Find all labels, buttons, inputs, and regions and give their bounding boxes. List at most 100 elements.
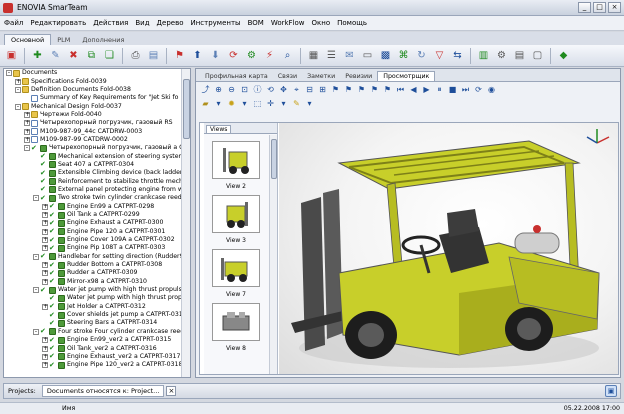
maximize-button[interactable]: □	[593, 2, 606, 13]
expand-icon[interactable]: +	[42, 245, 48, 252]
about-icon[interactable]: ◆	[556, 48, 571, 63]
tab-notes[interactable]: Заметки	[302, 72, 340, 81]
tree-row[interactable]: + Чертежи Fold-0040	[4, 111, 190, 119]
tree-row[interactable]: + M109-987-99 CATDRW-0002	[4, 136, 190, 144]
menu-tools[interactable]: Инструменты	[190, 19, 240, 27]
tree-row[interactable]: + ✔ Engine Pip 108T a CATPRT-0303	[4, 244, 190, 252]
tree-row[interactable]: + ✔ Rudder a CATPRT-0309	[4, 269, 190, 277]
collapse-icon[interactable]: -	[6, 70, 12, 77]
pause-icon[interactable]: ⏸	[434, 84, 445, 95]
expand-icon[interactable]: +	[42, 203, 48, 210]
tree-row[interactable]: - ✔ Water jet pump with high thrust propul…	[4, 286, 190, 294]
expand-icon[interactable]: +	[42, 237, 48, 244]
tab-viewer[interactable]: Просмотрщик	[377, 71, 436, 81]
assembly-icon-1[interactable]: ⚑	[330, 84, 341, 95]
close-icon[interactable]: ×	[166, 386, 177, 396]
folder-open-icon[interactable]: ▰	[200, 98, 211, 109]
tree-row[interactable]: + M109-987-99_44c CATDRW-0003	[4, 127, 190, 136]
properties-icon[interactable]: ▦	[306, 48, 321, 63]
tree-row[interactable]: - ✔ Two stroke twin cylinder crankcase ree…	[4, 194, 190, 202]
dropdown-icon[interactable]: ▾	[239, 98, 250, 109]
checkout-icon[interactable]: ⚑	[172, 48, 187, 63]
new-project-icon[interactable]: ▣	[4, 48, 19, 63]
expand-icon[interactable]: +	[24, 128, 30, 135]
print-icon[interactable]: ⎙	[128, 48, 143, 63]
light-icon[interactable]: ✹	[226, 98, 237, 109]
menu-help[interactable]: Помощь	[337, 19, 367, 27]
next-frame-icon[interactable]: ⏭	[460, 84, 471, 95]
expand-icon[interactable]: +	[15, 78, 21, 85]
minimize-button[interactable]: _	[578, 2, 591, 13]
view-thumbnail-7[interactable]	[212, 249, 260, 287]
menu-view[interactable]: Вид	[135, 19, 149, 27]
assembly-icon-5[interactable]: ⚑	[382, 84, 393, 95]
tree-icon[interactable]: ⌘	[396, 48, 411, 63]
tab-main[interactable]: Основной	[4, 34, 52, 45]
menu-workflow[interactable]: WorkFlow	[271, 19, 305, 27]
grid-icon[interactable]: ▩	[378, 48, 393, 63]
compare-icon[interactable]: ⇆	[450, 48, 465, 63]
tree-row[interactable]: + Specifications Fold-0039	[4, 77, 190, 86]
filter-icon[interactable]: ▽	[432, 48, 447, 63]
pan-icon[interactable]: ✥	[278, 84, 289, 95]
expand-icon[interactable]: +	[42, 278, 48, 285]
tree-row[interactable]: + ✔ Engine Cover 109A a CATPRT-0302	[4, 236, 190, 244]
tree-row[interactable]: + ✔ Engine Exhaust a CATPRT-0300	[4, 219, 190, 227]
checkin-icon[interactable]: ⬆	[190, 48, 205, 63]
brush-icon[interactable]: ✎	[291, 98, 302, 109]
tab-addons[interactable]: Дополнения	[76, 35, 130, 45]
list-icon[interactable]: ☰	[324, 48, 339, 63]
expand-icon[interactable]: +	[42, 220, 48, 227]
collapse-icon[interactable]: -	[33, 195, 39, 202]
collapse-icon[interactable]: -	[15, 103, 21, 110]
window-icon[interactable]: ▢	[530, 48, 545, 63]
expand-icon[interactable]: +	[42, 228, 48, 235]
layout-icon[interactable]: ▤	[512, 48, 527, 63]
tree-row[interactable]: - Definition Documents Fold-0038	[4, 86, 190, 94]
tree-row[interactable]: + ✔ Mirror-x98 a CATPRT-0310	[4, 278, 190, 286]
tree-row[interactable]: ✔ Seat 407 a CATPRT-0304	[4, 161, 190, 169]
assembly-icon-3[interactable]: ⚑	[356, 84, 367, 95]
projects-panel-icon[interactable]: ▣	[605, 385, 617, 397]
expand-icon[interactable]: +	[24, 136, 30, 143]
play-icon[interactable]: ▶	[421, 84, 432, 95]
tree-row[interactable]: - ✔ Four stroke Four cylinder crankcase re…	[4, 328, 190, 336]
menu-window[interactable]: Окно	[312, 19, 331, 27]
tree-row[interactable]: Summary of Key Requirements for "Jet Ski…	[4, 94, 190, 102]
collapse-icon[interactable]: -	[33, 253, 39, 260]
assembly-icon-2[interactable]: ⚑	[343, 84, 354, 95]
collapse-icon[interactable]: -	[15, 86, 21, 93]
3d-model-scene[interactable]	[279, 123, 618, 374]
menu-file[interactable]: Файл	[4, 19, 23, 27]
menu-edit[interactable]: Редактировать	[30, 19, 86, 27]
refresh-icon[interactable]: ↻	[414, 48, 429, 63]
search-icon[interactable]: ⌕	[280, 48, 295, 63]
dropdown-icon[interactable]: ▾	[278, 98, 289, 109]
menu-actions[interactable]: Действия	[93, 19, 128, 27]
assembly-icon-4[interactable]: ⚑	[369, 84, 380, 95]
rotate-icon[interactable]: ⟲	[265, 84, 276, 95]
tree-row[interactable]: ✔ Mechanical extension of steering system…	[4, 152, 190, 161]
tree-view-icon[interactable]: ⊞	[317, 84, 328, 95]
delete-icon[interactable]: ✖	[66, 48, 81, 63]
info-icon[interactable]: ⓘ	[252, 84, 263, 95]
stop-icon[interactable]: ■	[447, 84, 458, 95]
lifecycle-icon[interactable]: ⟳	[226, 48, 241, 63]
tab-revisions[interactable]: Ревизии	[340, 72, 377, 81]
views-scrollbar[interactable]	[269, 135, 277, 374]
tree-row[interactable]: + ✔ Jet Holder a CATPRT-0312	[4, 303, 190, 311]
tree-row[interactable]: + Четырехопорный погрузчик, газовый RS	[4, 119, 190, 127]
collapse-icon[interactable]: -	[33, 328, 39, 335]
zoom-out-icon[interactable]: ⊖	[226, 84, 237, 95]
tree-row[interactable]: ✔ External panel protecting engine from w…	[4, 186, 190, 194]
tree-row[interactable]: + ✔ Oil Tank_ver2 a CATPRT-0316	[4, 344, 190, 353]
tree-row[interactable]: - ✔ Handlebar for setting direction (Rudde…	[4, 253, 190, 261]
expand-icon[interactable]: +	[42, 262, 48, 269]
tree-row[interactable]: + ✔ Rudder Bottom a CATPRT-0308	[4, 261, 190, 269]
tree-row[interactable]: + ✔ Engine En99_ver2 a CATPRT-0315	[4, 336, 190, 344]
tree-row[interactable]: + ✔ Engine En99 a CATPRT-0298	[4, 203, 190, 211]
report-icon[interactable]: ▥	[476, 48, 491, 63]
mail-icon[interactable]: ✉	[342, 48, 357, 63]
folder-icon[interactable]: ▭	[360, 48, 375, 63]
tree-row[interactable]: + ✔ Engine Pipe 120_ver2 a CATPRT-0318	[4, 361, 190, 369]
